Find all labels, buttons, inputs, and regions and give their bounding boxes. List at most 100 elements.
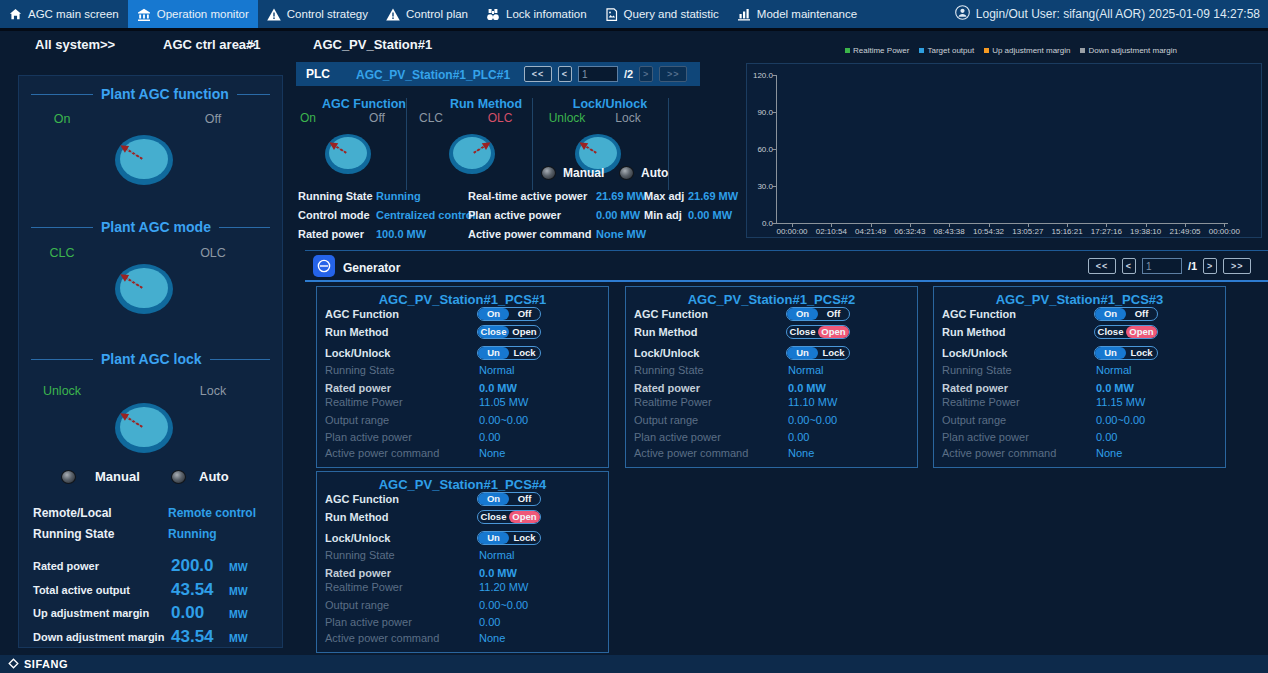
card-field-label: Realtime Power	[942, 396, 1020, 408]
toggle-option[interactable]: Lock	[509, 347, 540, 359]
toggle-option[interactable]: On	[478, 308, 509, 320]
knob-option-right[interactable]: Lock	[179, 384, 247, 398]
radio-auto[interactable]	[171, 470, 186, 484]
pager-first-button[interactable]: <<	[1088, 258, 1116, 274]
card-field-value: 0.0 MW	[788, 382, 826, 394]
pager-last-button[interactable]: >>	[1223, 258, 1251, 274]
toggle-option[interactable]: Off	[1126, 308, 1157, 320]
toggle-option[interactable]: Un	[478, 532, 509, 544]
nav-item-query-and-statistic[interactable]: Query and statistic	[596, 0, 728, 28]
toggle-lock-unlock[interactable]: UnLock	[477, 346, 541, 360]
plant-agc-panel: Plant AGC functionOnOffPlant AGC modeCLC…	[18, 75, 283, 648]
toggle-option[interactable]: Un	[478, 347, 509, 359]
plc-knob-1[interactable]	[325, 134, 371, 174]
toggle-lock-unlock[interactable]: UnLock	[477, 531, 541, 545]
toggle-option[interactable]: Off	[509, 493, 540, 505]
toggle-option[interactable]: Lock	[818, 347, 849, 359]
card-field-label: Plan active power	[325, 616, 412, 628]
toggle-option[interactable]: Un	[787, 347, 818, 359]
radio-manual[interactable]	[61, 470, 76, 484]
pager-page-input[interactable]	[578, 66, 618, 82]
card-field-value: 11.10 MW	[788, 396, 837, 408]
knob-option-left[interactable]: Unlock	[27, 384, 97, 398]
toggle-run-method[interactable]: CloseOpen	[786, 325, 850, 339]
nav-item-agc-main-screen[interactable]: AGC main screen	[0, 0, 128, 28]
knob-option-right[interactable]: Off	[369, 111, 385, 125]
toggle-run-method[interactable]: CloseOpen	[477, 325, 541, 339]
plant-knob-3[interactable]	[115, 403, 173, 453]
card-field-value: Normal	[479, 549, 514, 561]
toggle-agc-function[interactable]: OnOff	[1094, 307, 1158, 321]
toggle-option[interactable]: Lock	[1126, 347, 1157, 359]
toggle-option[interactable]: On	[1095, 308, 1126, 320]
toggle-option[interactable]: Close	[478, 326, 509, 338]
radio-manual[interactable]	[541, 166, 556, 180]
toggle-option[interactable]: Off	[509, 308, 540, 320]
user-area[interactable]: Login/Out User: sifang(All AOR) 2025-01-…	[955, 0, 1268, 28]
toggle-agc-function[interactable]: OnOff	[477, 492, 541, 506]
pager-last-button[interactable]: >>	[659, 66, 687, 82]
plc-info-grid: Running StateRunningReal-time active pow…	[296, 188, 748, 244]
toggle-option[interactable]: Close	[478, 511, 509, 523]
knob-option-right[interactable]: Off	[179, 112, 247, 126]
breadcrumb-item-3[interactable]: AGC_PV_Station#1	[313, 37, 432, 52]
card-field-label: Active power command	[325, 447, 439, 459]
pager-next-button[interactable]: >	[1203, 258, 1217, 274]
y-tick	[772, 223, 776, 224]
toggle-option[interactable]: Open	[509, 326, 540, 338]
nav-item-operation-monitor[interactable]: Operation monitor	[128, 0, 258, 28]
metric-label: Rated power	[33, 560, 99, 572]
pager-prev-button[interactable]: <	[1122, 258, 1136, 274]
card-field-value: Normal	[788, 364, 823, 376]
knob-option-left[interactable]: Unlock	[549, 111, 586, 125]
plc-info-label: Rated power	[298, 228, 364, 240]
toggle-option[interactable]: Un	[1095, 347, 1126, 359]
nav-item-control-plan[interactable]: Control plan	[377, 0, 477, 28]
breadcrumb-item-1[interactable]: All system>>	[35, 37, 115, 52]
x-tick	[1224, 223, 1225, 227]
pager-next-button[interactable]: >	[639, 66, 653, 82]
radio-auto[interactable]	[619, 166, 634, 180]
toggle-run-method[interactable]: CloseOpen	[1094, 325, 1158, 339]
toggle-agc-function[interactable]: OnOff	[477, 307, 541, 321]
toggle-option[interactable]: Open	[509, 511, 540, 523]
pager-page-input[interactable]	[1142, 258, 1182, 274]
nav-item-control-strategy[interactable]: Control strategy	[258, 0, 377, 28]
plant-knob-2[interactable]	[115, 264, 173, 314]
knob-option-left[interactable]: On	[300, 111, 316, 125]
nav-item-lock-infomation[interactable]: Lock infomation	[477, 0, 596, 28]
plc-info-label: Active power command	[468, 228, 591, 240]
toggle-option[interactable]: Close	[1095, 326, 1126, 338]
plant-knob-1[interactable]	[115, 135, 173, 185]
pager-first-button[interactable]: <<	[524, 66, 552, 82]
breadcrumb-item-2[interactable]: AGC ctrl area#1	[163, 37, 261, 52]
generator-pager: <<</1>>>	[1088, 258, 1251, 274]
toggle-option[interactable]: Close	[787, 326, 818, 338]
toggle-agc-function[interactable]: OnOff	[786, 307, 850, 321]
metric-value: 200.0	[171, 556, 214, 576]
knob-option-right[interactable]: OLC	[488, 111, 513, 125]
metric-label: Total active output	[33, 584, 130, 596]
nav-divider	[0, 28, 1268, 31]
toggle-option[interactable]: On	[478, 493, 509, 505]
section-title: Plant AGC function	[101, 86, 229, 102]
toggle-option[interactable]: Open	[1126, 326, 1157, 338]
toggle-option[interactable]: Off	[818, 308, 849, 320]
knob-option-left[interactable]: CLC	[419, 111, 443, 125]
toggle-option[interactable]: Open	[818, 326, 849, 338]
toggle-lock-unlock[interactable]: UnLock	[786, 346, 850, 360]
y-tick	[772, 149, 776, 150]
knob-option-right[interactable]: OLC	[179, 246, 247, 260]
toggle-option[interactable]: On	[787, 308, 818, 320]
metric-unit: MW	[229, 608, 248, 620]
toggle-lock-unlock[interactable]: UnLock	[1094, 346, 1158, 360]
knob-option-right[interactable]: Lock	[615, 111, 640, 125]
toggle-option[interactable]: Lock	[509, 532, 540, 544]
card-title: AGC_PV_Station#1_PCS#4	[317, 477, 608, 492]
plc-knob-2[interactable]	[449, 134, 495, 174]
pager-prev-button[interactable]: <	[558, 66, 572, 82]
knob-option-left[interactable]: On	[27, 112, 97, 126]
knob-option-left[interactable]: CLC	[27, 246, 97, 260]
toggle-run-method[interactable]: CloseOpen	[477, 510, 541, 524]
nav-item-model-maintenance[interactable]: Model maintenance	[728, 0, 866, 28]
